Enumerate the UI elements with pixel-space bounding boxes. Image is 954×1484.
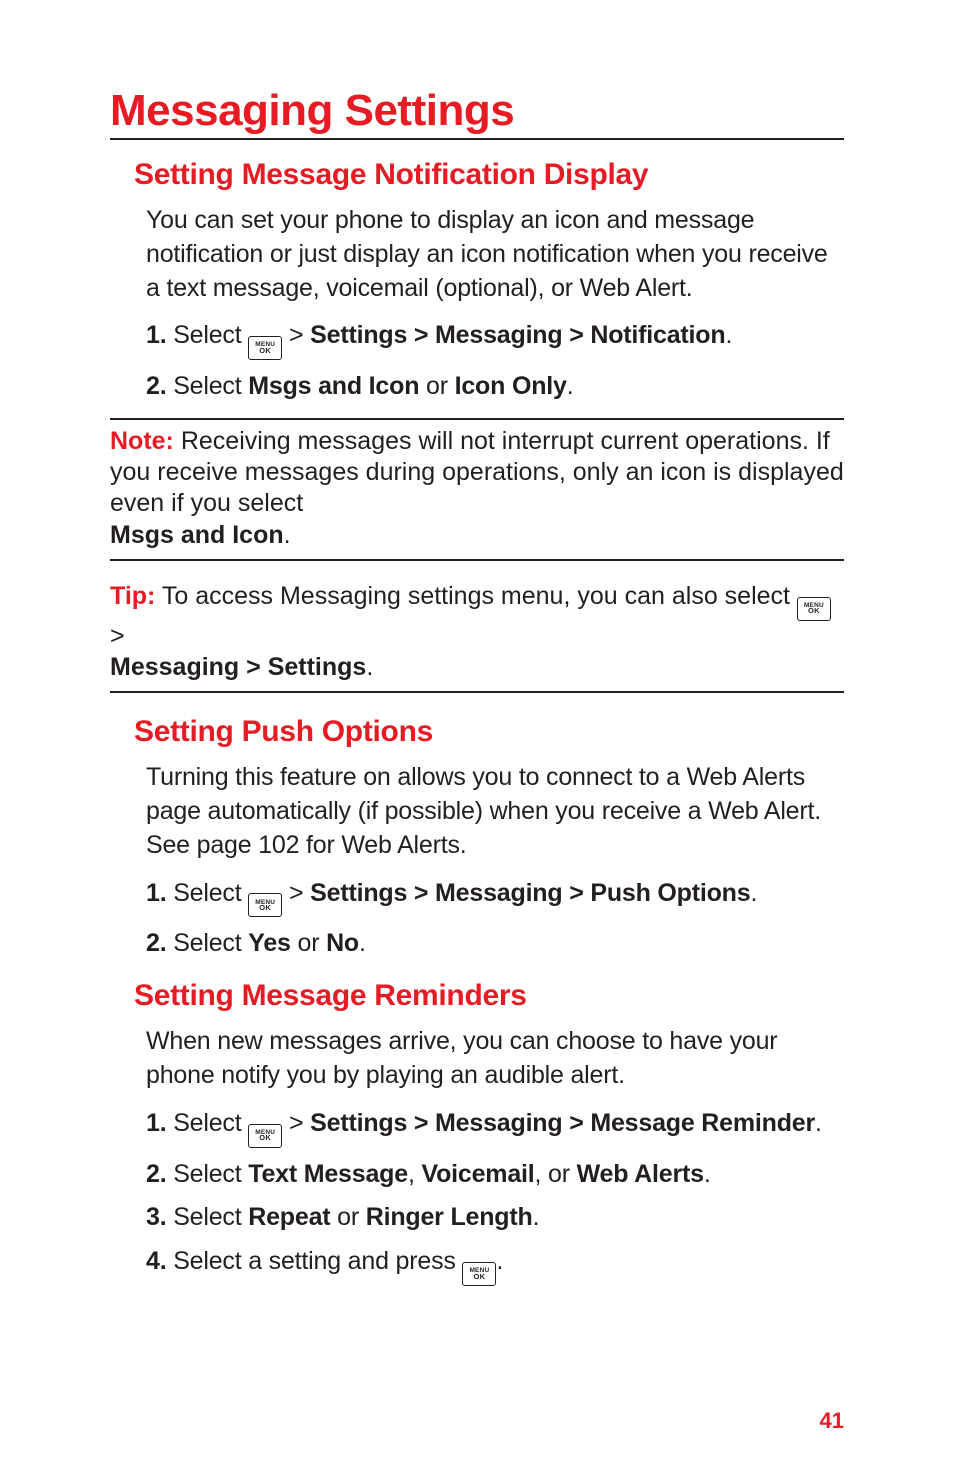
note-text: Receiving messages will not interrupt cu… [110, 427, 844, 518]
step-text: . [567, 372, 574, 400]
step-2: 2. Select Yes or No. [146, 927, 844, 961]
menu-ok-key-icon: MENUOK [248, 1124, 282, 1148]
tip-text: . [366, 653, 373, 681]
step-text: Select [166, 929, 248, 957]
step-text: > [282, 879, 310, 907]
menu-ok-key-icon: MENUOK [248, 336, 282, 360]
section-heading-push: Setting Push Options [134, 715, 844, 749]
page: Messaging Settings Setting Message Notif… [0, 0, 954, 1484]
note-label: Note: [110, 427, 174, 455]
step-text: or [291, 929, 326, 957]
step-text: . [533, 1203, 540, 1231]
option: Ringer Length [366, 1203, 533, 1231]
step-number: 2. [146, 372, 166, 400]
option: No [326, 929, 359, 957]
menu-path: Settings > Messaging > Push Options [310, 879, 750, 907]
step-text: . [725, 321, 732, 349]
step-number: 2. [146, 1160, 166, 1188]
menu-ok-key-icon: MENUOK [462, 1262, 496, 1286]
step-text: , [408, 1160, 422, 1188]
step-3: 3. Select Repeat or Ringer Length. [146, 1201, 844, 1235]
step-text: > [282, 321, 310, 349]
page-number: 41 [820, 1408, 844, 1434]
step-text: . [359, 929, 366, 957]
step-text: Select [166, 879, 248, 907]
option: Web Alerts [577, 1160, 704, 1188]
note-bold: Msgs and Icon [110, 521, 284, 549]
section-heading-notification: Setting Message Notification Display [134, 158, 844, 192]
section-intro: You can set your phone to display an ico… [146, 204, 844, 305]
step-2: 2. Select Msgs and Icon or Icon Only. [146, 370, 844, 404]
section-intro: When new messages arrive, you can choose… [146, 1025, 844, 1093]
step-number: 1. [146, 879, 166, 907]
step-text: Select [166, 372, 248, 400]
option: Voicemail [421, 1160, 534, 1188]
page-title: Messaging Settings [110, 86, 844, 140]
step-number: 3. [146, 1203, 166, 1231]
step-text: Select a setting and press [166, 1247, 462, 1275]
menu-ok-key-icon: MENUOK [248, 893, 282, 917]
tip-label: Tip: [110, 582, 155, 610]
step-number: 4. [146, 1247, 166, 1275]
step-number: 2. [146, 929, 166, 957]
menu-ok-key-icon: MENUOK [797, 597, 831, 621]
step-text: or [419, 372, 454, 400]
option: Repeat [248, 1203, 330, 1231]
tip-text: > [110, 622, 125, 650]
step-1: 1. Select MENUOK > Settings > Messaging … [146, 1107, 844, 1148]
tip-bold: Messaging > Settings [110, 653, 366, 681]
section-intro: Turning this feature on allows you to co… [146, 761, 844, 862]
step-1: 1. Select MENUOK > Settings > Messaging … [146, 877, 844, 918]
menu-path: Settings > Messaging > Notification [310, 321, 725, 349]
step-text: > [282, 1109, 310, 1137]
step-text: Select [166, 1203, 248, 1231]
step-text: . [704, 1160, 711, 1188]
menu-path: Settings > Messaging > Message Reminder [310, 1109, 815, 1137]
tip-text: To access Messaging settings menu, you c… [155, 582, 797, 610]
option: Text Message [248, 1160, 408, 1188]
note-text: . [284, 521, 291, 549]
step-4: 4. Select a setting and press MENUOK. [146, 1245, 844, 1286]
note-callout: Note: Receiving messages will not interr… [110, 418, 844, 561]
step-number: 1. [146, 1109, 166, 1137]
step-text: or [330, 1203, 365, 1231]
step-2: 2. Select Text Message, Voicemail, or We… [146, 1158, 844, 1192]
step-text: , or [535, 1160, 577, 1188]
option: Msgs and Icon [248, 372, 419, 400]
section-heading-reminders: Setting Message Reminders [134, 979, 844, 1013]
option: Icon Only [455, 372, 567, 400]
step-text: . [815, 1109, 822, 1137]
step-1: 1. Select MENUOK > Settings > Messaging … [146, 319, 844, 360]
step-text: . [496, 1247, 503, 1275]
step-text: Select [166, 1160, 248, 1188]
option: Yes [248, 929, 291, 957]
tip-callout: Tip: To access Messaging settings menu, … [110, 575, 844, 693]
step-text: . [750, 879, 757, 907]
step-text: Select [166, 1109, 248, 1137]
step-number: 1. [146, 321, 166, 349]
step-text: Select [166, 321, 248, 349]
